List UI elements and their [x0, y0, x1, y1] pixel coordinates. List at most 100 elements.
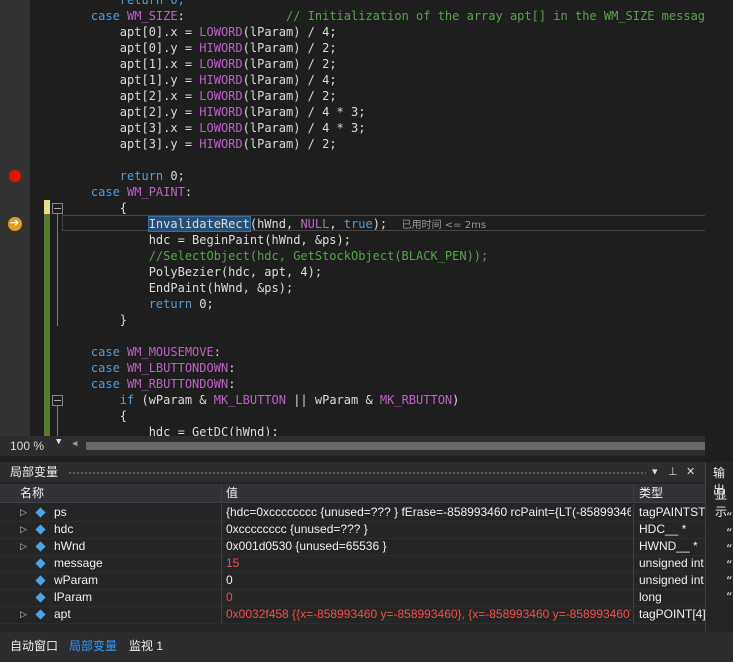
code-token: // Initialization of the array apt[] in … [285, 9, 713, 23]
locals-row[interactable]: ▷ apt 0x0032f458 {{x=-858993460 y=-8589934… [0, 606, 705, 624]
variable-value[interactable]: 0xcccccccc {unused=??? } [226, 521, 631, 538]
code-token: { [62, 201, 128, 215]
variable-name: ps [54, 505, 67, 519]
code-token: return [62, 297, 200, 311]
zoom-dropdown-icon[interactable]: ▼ [56, 437, 61, 447]
code-line[interactable]: //SelectObject(hdc, GetStockObject(BLACK… [62, 248, 489, 264]
locals-title-bar[interactable]: 局部变量 ▾ ⊥ ✕ [0, 462, 705, 482]
code-token: hdc = BeginPaint(hWnd, &ps); [62, 233, 351, 247]
column-divider [633, 538, 634, 555]
code-line[interactable]: { [62, 200, 127, 216]
expand-icon[interactable]: ▷ [20, 504, 27, 521]
code-line[interactable]: return 0; [62, 296, 214, 312]
code-token: NULL [300, 217, 330, 231]
locals-row[interactable]: wParam 0 unsigned int [0, 572, 705, 590]
current-statement-arrow-icon[interactable]: ➔ [8, 216, 22, 231]
code-line[interactable]: } [62, 312, 127, 328]
code-editor[interactable]: ➔ return 0; case WM_SIZE: // Initializat… [0, 0, 733, 436]
code-token: LOWORD [199, 57, 243, 71]
code-line[interactable]: case WM_RBUTTONDOWN: [62, 376, 236, 392]
header-type[interactable]: 类型 [639, 484, 663, 502]
code-line[interactable]: apt[1].y = HIWORD(lParam) / 4; [62, 72, 337, 88]
variable-icon [35, 524, 46, 535]
code-line[interactable]: case WM_SIZE: // Initialization of the a… [62, 8, 712, 24]
code-line[interactable]: { [62, 408, 127, 424]
output-top-spacer [705, 436, 733, 462]
code-line[interactable]: case WM_MOUSEMOVE: [62, 344, 221, 360]
column-divider [221, 572, 222, 589]
code-line[interactable]: return 0; [62, 0, 185, 8]
variable-type: unsigned int [639, 573, 704, 587]
column-splitter[interactable] [221, 484, 222, 502]
variable-value[interactable]: 0 [226, 572, 631, 589]
expand-icon[interactable]: ▷ [20, 521, 27, 538]
code-token: ); [372, 217, 402, 231]
code-token: LOWORD [199, 89, 243, 103]
variable-type: HWND__ * [639, 539, 698, 553]
code-token: case [62, 377, 128, 391]
column-divider [221, 589, 222, 606]
breakpoint-icon[interactable] [9, 170, 21, 182]
code-line[interactable]: if (wParam & MK_LBUTTON || wParam & MK_R… [62, 392, 460, 408]
code-token: (lParam) / 2; [242, 89, 337, 103]
column-divider [633, 521, 634, 538]
debug-tab[interactable]: 监视 1 [129, 636, 163, 656]
debug-tab[interactable]: 自动窗口 [10, 636, 58, 656]
code-line[interactable]: hdc = BeginPaint(hWnd, &ps); [62, 232, 351, 248]
locals-row[interactable]: ▷ hWnd 0x001d0530 {unused=65536 } HWND__ * [0, 538, 705, 556]
close-icon[interactable]: ✕ [686, 462, 695, 482]
variable-value[interactable]: 0x0032f458 {{x=-858993460 y=-858993460},… [226, 606, 631, 623]
variable-value[interactable]: 15 [226, 555, 631, 572]
code-token: apt[0].y = [62, 41, 200, 55]
code-line[interactable]: EndPaint(hWnd, &ps); [62, 280, 294, 296]
code-token: WM_RBUTTONDOWN [127, 377, 229, 391]
code-line[interactable]: hdc = GetDC(hWnd); [62, 424, 279, 436]
variable-value[interactable]: 0x001d0530 {unused=65536 } [226, 538, 631, 555]
window-menu-icon[interactable]: ▾ [652, 462, 658, 482]
code-line[interactable]: case WM_PAINT: [62, 184, 192, 200]
code-token: : [184, 185, 193, 199]
code-line[interactable]: apt[2].x = LOWORD(lParam) / 2; [62, 88, 337, 104]
editor-right-pane [705, 0, 733, 436]
code-token: WM_MOUSEMOVE [127, 345, 214, 359]
expand-icon[interactable]: ▷ [20, 538, 27, 555]
header-name[interactable]: 名称 [20, 484, 44, 502]
code-token: (lParam) / 4; [242, 25, 337, 39]
locals-title: 局部变量 [10, 465, 59, 479]
variable-name: message [54, 556, 103, 570]
variable-icon [35, 507, 46, 518]
code-line[interactable]: apt[3].y = HIWORD(lParam) / 2; [62, 136, 337, 152]
expand-icon[interactable]: ▷ [20, 606, 27, 623]
variable-value[interactable]: 0 [226, 589, 631, 606]
variable-value[interactable]: {hdc=0xcccccccc {unused=??? } fErase=-85… [226, 504, 631, 521]
debug-tab[interactable]: 局部变量 [69, 636, 117, 656]
code-token: : [213, 345, 221, 359]
header-value[interactable]: 值 [226, 484, 238, 502]
locals-row[interactable]: ▷ hdc 0xcccccccc {unused=??? } HDC__ * [0, 521, 705, 539]
code-line[interactable]: case WM_LBUTTONDOWN: [62, 360, 236, 376]
code-line[interactable]: apt[0].x = LOWORD(lParam) / 4; [62, 24, 337, 40]
code-token: : [228, 377, 236, 391]
code-token: ) [452, 393, 460, 407]
scroll-left-icon[interactable]: ◀ [72, 439, 77, 449]
locals-row[interactable]: ▷ ps {hdc=0xcccccccc {unused=??? } fErase=… [0, 504, 705, 522]
code-line[interactable]: apt[0].y = HIWORD(lParam) / 2; [62, 40, 337, 56]
code-line[interactable]: InvalidateRect(hWnd, NULL, true); 已用时间 <… [62, 216, 486, 232]
locals-row[interactable]: lParam 0 long [0, 589, 705, 607]
code-token: HIWORD [199, 41, 243, 55]
code-line[interactable]: apt[1].x = LOWORD(lParam) / 2; [62, 56, 337, 72]
column-splitter[interactable] [633, 484, 634, 502]
pin-icon[interactable]: ⊥ [668, 462, 678, 482]
code-token: MK_RBUTTON [379, 393, 453, 407]
horizontal-scrollbar[interactable] [86, 442, 726, 450]
column-divider [633, 504, 634, 521]
code-line[interactable]: apt[2].y = HIWORD(lParam) / 4 * 3; [62, 104, 366, 120]
editor-status-bar: 100 % ▼ ◀ [0, 436, 733, 456]
code-line[interactable]: PolyBezier(hdc, apt, 4); [62, 264, 322, 280]
output-text: “ [726, 526, 733, 539]
locals-row[interactable]: message 15 unsigned int [0, 555, 705, 573]
code-line[interactable]: return 0; [62, 168, 185, 184]
code-token: (lParam) / 2; [242, 137, 337, 151]
code-line[interactable]: apt[3].x = LOWORD(lParam) / 4 * 3; [62, 120, 366, 136]
column-divider [221, 606, 222, 623]
